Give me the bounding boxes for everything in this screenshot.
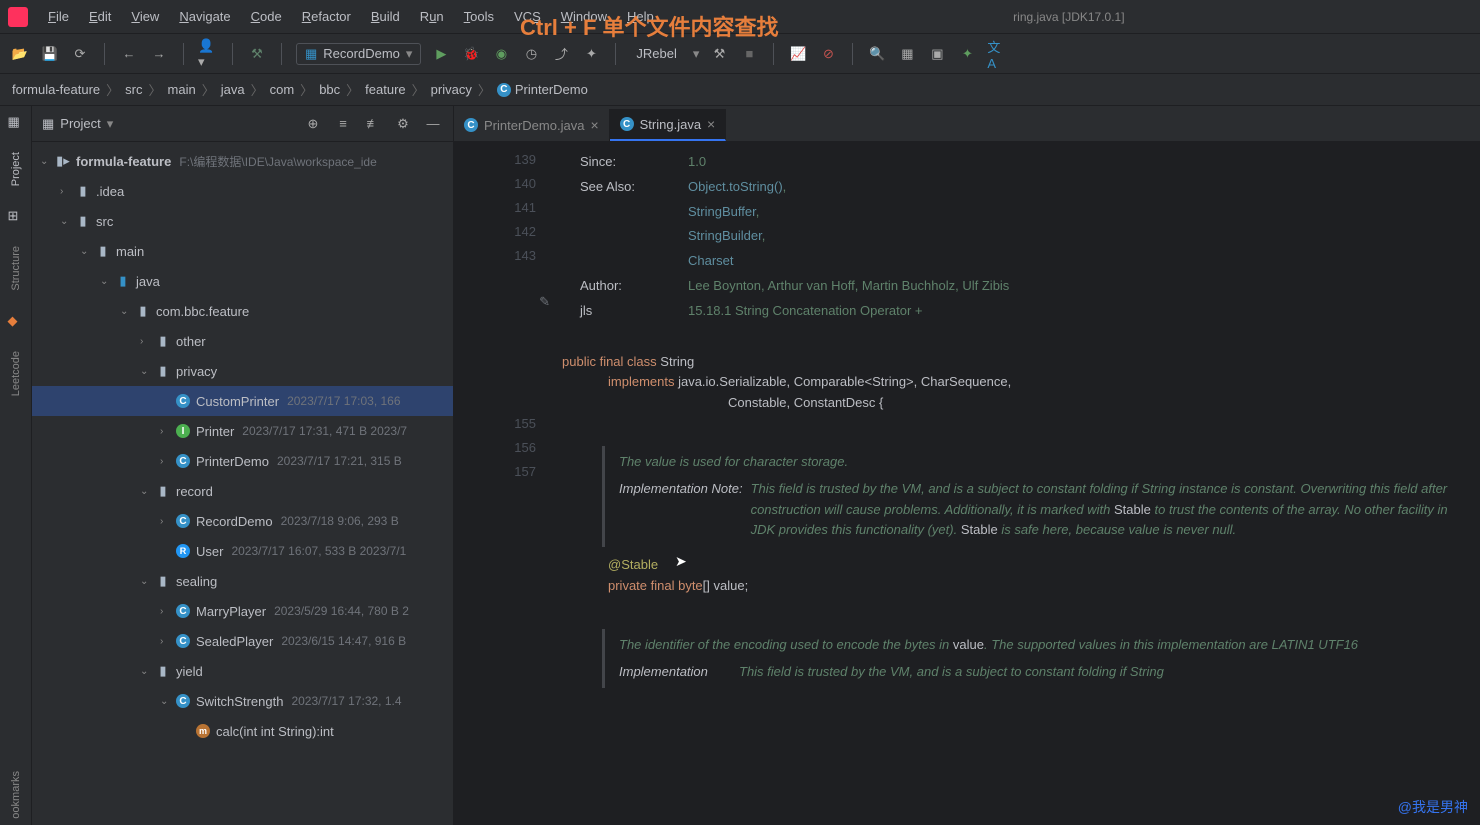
app-logo-icon	[8, 7, 28, 27]
tree-item[interactable]: ›▮.idea	[32, 176, 453, 206]
tab-string[interactable]: C String.java ×	[610, 109, 727, 141]
project-sidebar: ▦Project▾ ⊕ ≡ ≢ ⚙ — ⌄ ▮▸ formula-feature…	[32, 106, 454, 825]
build-icon[interactable]: ⚒	[247, 44, 267, 64]
run-config-label: RecordDemo	[323, 46, 400, 61]
refresh-icon[interactable]: ⟳	[70, 44, 90, 64]
hammer-icon[interactable]: ⚒	[709, 44, 729, 64]
bookmarks-tab[interactable]: ookmarks	[10, 765, 22, 825]
gear-icon[interactable]: ⚙	[393, 114, 413, 134]
window-title: ring.java [JDK17.0.1]	[666, 10, 1472, 24]
breadcrumb-item[interactable]: src	[125, 82, 142, 97]
breadcrumb-item[interactable]: bbc	[319, 82, 340, 97]
close-icon[interactable]: ×	[590, 117, 598, 133]
project-tab[interactable]: Project	[10, 146, 22, 192]
search-icon[interactable]: 🔍	[867, 44, 887, 64]
locate-icon[interactable]: ⊕	[303, 114, 323, 134]
collapse-icon[interactable]: ≢	[363, 114, 383, 134]
profile-run-icon[interactable]: ◷	[521, 44, 541, 64]
code-editor[interactable]: 139140141142143 155156157 ✎ Since:1.0 Se…	[454, 142, 1480, 825]
block-icon[interactable]: ⊘	[818, 44, 838, 64]
project-tool-icon[interactable]: ▦	[8, 114, 24, 130]
breadcrumb-item[interactable]: privacy	[431, 82, 472, 97]
coverage-icon[interactable]: ◉	[491, 44, 511, 64]
tree-item[interactable]: ›CPrinterDemo2023/7/17 17:21, 315 B	[32, 446, 453, 476]
menu-code[interactable]: Code	[243, 5, 290, 28]
breadcrumb-item[interactable]: feature	[365, 82, 405, 97]
tree-item[interactable]: CCustomPrinter2023/7/17 17:03, 166	[32, 386, 453, 416]
expand-icon[interactable]: ≡	[333, 114, 353, 134]
menu-tools[interactable]: Tools	[456, 5, 502, 28]
structure-icon[interactable]: ▦	[897, 44, 917, 64]
close-icon[interactable]: ×	[707, 116, 715, 132]
structure-tool-icon[interactable]: ⊞	[8, 208, 24, 224]
editor-tabs: C PrinterDemo.java × C String.java ×	[454, 106, 1480, 142]
editor-area: C PrinterDemo.java × C String.java × 139…	[454, 106, 1480, 825]
tree-item[interactable]: ⌄▮com.bbc.feature	[32, 296, 453, 326]
class-icon: C	[620, 117, 634, 131]
tree-item[interactable]: ›IPrinter2023/7/17 17:31, 471 B 2023/7	[32, 416, 453, 446]
tree-item[interactable]: ⌄▮privacy	[32, 356, 453, 386]
open-icon[interactable]: 📂	[10, 44, 30, 64]
translate-icon[interactable]: 文A	[987, 44, 1007, 64]
stop-icon[interactable]: ■	[739, 44, 759, 64]
tree-item[interactable]: mcalc(int int String):int	[32, 716, 453, 746]
breadcrumb-item[interactable]: java	[221, 82, 245, 97]
attach-icon[interactable]: ⤴	[551, 44, 571, 64]
tree-item[interactable]: ›CRecordDemo2023/7/18 9:06, 293 B	[32, 506, 453, 536]
code-content[interactable]: Since:1.0 See Also:Object.toString(), St…	[554, 142, 1480, 825]
menu-edit[interactable]: Edit	[81, 5, 119, 28]
jrebel-label[interactable]: JRebel	[636, 46, 676, 61]
tree-item[interactable]: ›▮other	[32, 326, 453, 356]
project-tree[interactable]: ⌄ ▮▸ formula-feature F:\编程数据\IDE\Java\wo…	[32, 142, 453, 825]
breadcrumb-item[interactable]: com	[270, 82, 295, 97]
edit-icon[interactable]: ✎	[539, 292, 550, 313]
menu-run[interactable]: Run	[412, 5, 452, 28]
tree-item[interactable]: ⌄▮main	[32, 236, 453, 266]
menu-navigate[interactable]: Navigate	[171, 5, 238, 28]
debug-icon[interactable]: 🐞	[461, 44, 481, 64]
tree-item[interactable]: ⌄▮record	[32, 476, 453, 506]
structure-tab[interactable]: Structure	[10, 240, 22, 297]
view-icon[interactable]: ▣	[927, 44, 947, 64]
plugin-icon[interactable]: ✦	[957, 44, 977, 64]
tree-item[interactable]: ⌄▮src	[32, 206, 453, 236]
tree-item[interactable]: ⌄▮java	[32, 266, 453, 296]
other-icon[interactable]: ✦	[581, 44, 601, 64]
class-icon: C	[464, 118, 478, 132]
breadcrumb-bar: formula-feature〉 src〉 main〉 java〉 com〉 b…	[0, 74, 1480, 106]
tree-item[interactable]: ⌄CSwitchStrength2023/7/17 17:32, 1.4	[32, 686, 453, 716]
menu-build[interactable]: Build	[363, 5, 408, 28]
watermark: @我是男神	[1398, 797, 1468, 817]
menu-refactor[interactable]: Refactor	[294, 5, 359, 28]
run-config-selector[interactable]: ▦ RecordDemo ▾	[296, 43, 421, 65]
tree-item[interactable]: ›CSealedPlayer2023/6/15 14:47, 916 B	[32, 626, 453, 656]
breadcrumb-file[interactable]: CPrinterDemo	[497, 82, 588, 97]
tree-item[interactable]: RUser2023/7/17 16:07, 533 B 2023/7/1	[32, 536, 453, 566]
tree-item[interactable]: ›CMarryPlayer2023/5/29 16:44, 780 B 2	[32, 596, 453, 626]
tool-window-bar: ▦ Project ⊞ Structure ◆ Leetcode ookmark…	[0, 106, 32, 825]
hide-icon[interactable]: —	[423, 114, 443, 134]
save-icon[interactable]: 💾	[40, 44, 60, 64]
menu-view[interactable]: View	[123, 5, 167, 28]
sidebar-title[interactable]: ▦Project▾	[42, 116, 295, 132]
tree-item[interactable]: ⌄▮yield	[32, 656, 453, 686]
overlay-annotation: Ctrl + F 单个文件内容查找	[520, 10, 779, 42]
tree-item[interactable]: ⌄▮sealing	[32, 566, 453, 596]
back-icon[interactable]: ←	[119, 44, 139, 64]
mouse-cursor-icon: ➤	[675, 553, 687, 570]
leetcode-tool-icon[interactable]: ◆	[8, 313, 24, 329]
breadcrumb-item[interactable]: formula-feature	[12, 82, 100, 97]
tab-printerdemo[interactable]: C PrinterDemo.java ×	[454, 109, 610, 141]
line-gutter: 139140141142143 155156157 ✎	[454, 142, 554, 825]
leetcode-tab[interactable]: Leetcode	[10, 345, 22, 402]
chart-icon[interactable]: 📈	[788, 44, 808, 64]
breadcrumb-item[interactable]: main	[168, 82, 196, 97]
menu-file[interactable]: File	[40, 5, 77, 28]
tree-root[interactable]: ⌄ ▮▸ formula-feature F:\编程数据\IDE\Java\wo…	[32, 146, 453, 176]
forward-icon[interactable]: →	[149, 44, 169, 64]
profile-icon[interactable]: 👤▾	[198, 44, 218, 64]
run-icon[interactable]: ▶	[431, 44, 451, 64]
